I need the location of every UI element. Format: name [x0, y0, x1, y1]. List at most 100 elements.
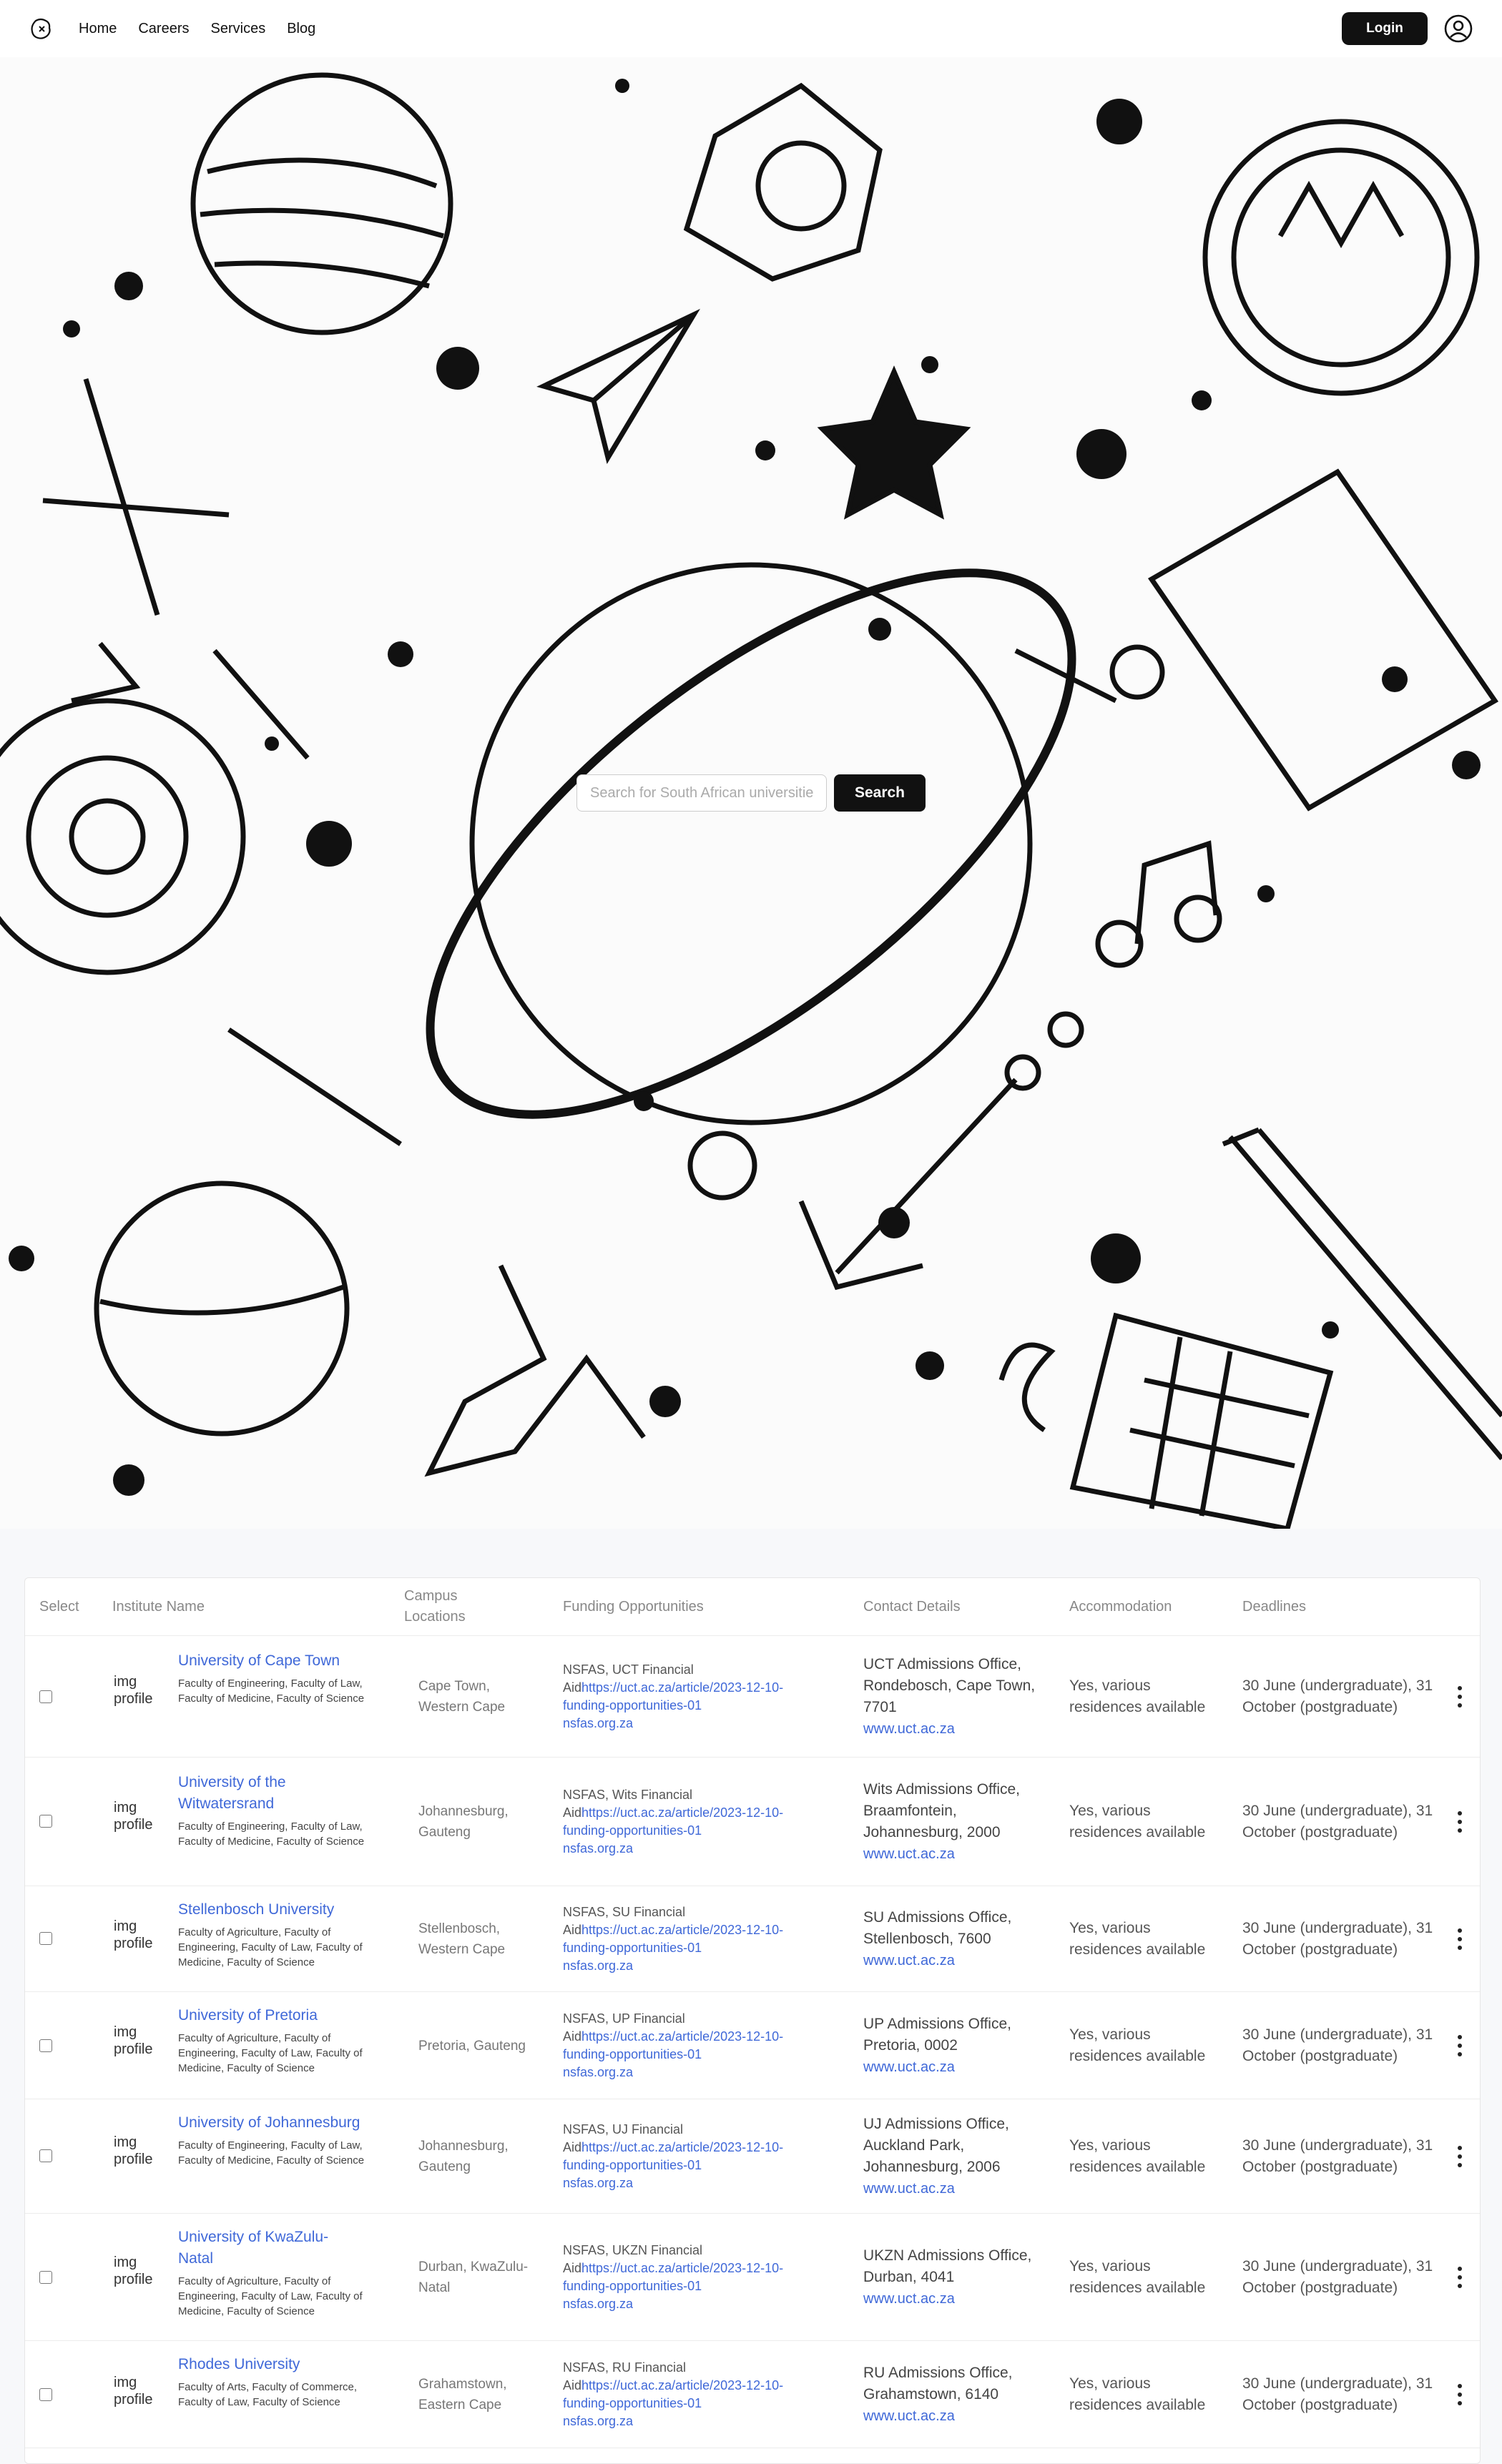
- header-accommodation: Accommodation: [1069, 1598, 1172, 1615]
- row-select-checkbox[interactable]: [39, 1932, 52, 1945]
- deadlines-cell: 30 June (undergraduate), 31 October (pos…: [1242, 1758, 1435, 1886]
- header-deadlines: Deadlines: [1242, 1598, 1306, 1615]
- row-more-options-icon[interactable]: [1456, 2146, 1464, 2167]
- accommodation-text: Yes, various residences available: [1069, 2375, 1206, 2413]
- logo-icon[interactable]: [29, 16, 53, 41]
- nsfas-link[interactable]: nsfas.org.za: [563, 1715, 813, 1733]
- deadlines-cell: 30 June (undergraduate), 31 October (pos…: [1242, 2214, 1435, 2341]
- faculties-text: Faculty of Engineering, Faculty of Law, …: [178, 1677, 365, 1705]
- funding-link[interactable]: https://uct.ac.za/article/2023-12-10-fun…: [563, 2029, 783, 2061]
- nav-blog-link[interactable]: Blog: [287, 21, 315, 37]
- deadlines-cell: 30 June (undergraduate), 31 October (pos…: [1242, 2099, 1435, 2214]
- institute-cell: University of Pretoria Faculty of Agricu…: [178, 2005, 393, 2091]
- nsfas-link[interactable]: nsfas.org.za: [563, 2295, 813, 2313]
- institute-cell: Rhodes University Faculty of Arts, Facul…: [178, 2354, 393, 2440]
- campus-cell: Grahamstown, Eastern Cape: [418, 2341, 526, 2448]
- funding-link[interactable]: https://uct.ac.za/article/2023-12-10-fun…: [563, 1680, 783, 1713]
- funding-text: NSFAS, UCT Financial Aidhttps://uct.ac.z…: [563, 1662, 784, 1713]
- funding-link[interactable]: https://uct.ac.za/article/2023-12-10-fun…: [563, 2140, 783, 2172]
- table-row: img profile University of Pretoria Facul…: [25, 1991, 1480, 2099]
- nsfas-link[interactable]: nsfas.org.za: [563, 2174, 813, 2192]
- funding-link[interactable]: https://uct.ac.za/article/2023-12-10-fun…: [563, 2378, 783, 2410]
- header-funding: Funding Opportunities: [563, 1598, 704, 1615]
- institute-cell: University of Cape Town Faculty of Engin…: [178, 1650, 393, 1743]
- nsfas-link[interactable]: nsfas.org.za: [563, 2064, 813, 2081]
- accommodation-text: Yes, various residences available: [1069, 1803, 1206, 1840]
- row-select-checkbox[interactable]: [39, 2388, 52, 2401]
- user-profile-icon[interactable]: [1443, 14, 1473, 44]
- contact-text: RU Admissions Office, Grahamstown, 6140: [863, 2365, 1013, 2403]
- university-name-link[interactable]: University of Pretoria: [178, 2005, 393, 2026]
- faculties-text: Faculty of Arts, Faculty of Commerce, Fa…: [178, 2381, 358, 2408]
- row-more-options-icon[interactable]: [1456, 2035, 1464, 2056]
- campus-cell: Pretoria, Gauteng: [418, 1992, 547, 2099]
- nav-careers-link[interactable]: Careers: [138, 21, 189, 37]
- deadlines-cell: 30 June (undergraduate), 31 October (pos…: [1242, 1992, 1435, 2099]
- funding-link[interactable]: https://uct.ac.za/article/2023-12-10-fun…: [563, 1805, 783, 1838]
- row-more-options-icon[interactable]: [1456, 2267, 1464, 2288]
- website-link[interactable]: www.uct.ac.za: [863, 2178, 1056, 2199]
- row-select-checkbox[interactable]: [39, 1815, 52, 1828]
- university-name-link[interactable]: University of the Witwatersrand: [178, 1772, 343, 1815]
- nav-services-link[interactable]: Services: [211, 21, 266, 37]
- contact-text: SU Admissions Office, Stellenbosch, 7600: [863, 1909, 1012, 1947]
- university-name-link[interactable]: University of Cape Town: [178, 1650, 393, 1672]
- faculties-text: Faculty of Agriculture, Faculty of Engin…: [178, 1926, 363, 1968]
- funding-cell: NSFAS, Wits Financial Aidhttps://uct.ac.…: [563, 1758, 813, 1886]
- university-name-link[interactable]: Rhodes University: [178, 2354, 393, 2375]
- website-link[interactable]: www.uct.ac.za: [863, 2056, 1056, 2078]
- website-link[interactable]: www.uct.ac.za: [863, 2288, 1064, 2310]
- university-name-link[interactable]: Stellenbosch University: [178, 1899, 393, 1921]
- row-more-options-icon[interactable]: [1456, 1928, 1464, 1950]
- website-link[interactable]: www.uct.ac.za: [863, 2405, 1056, 2427]
- funding-link[interactable]: https://uct.ac.za/article/2023-12-10-fun…: [563, 2261, 783, 2293]
- university-name-link[interactable]: University of Johannesburg: [178, 2112, 393, 2134]
- row-more-options-icon[interactable]: [1456, 1686, 1464, 1707]
- row-more-options-icon[interactable]: [1456, 1811, 1464, 1833]
- row-select-checkbox[interactable]: [39, 2149, 52, 2162]
- login-button[interactable]: Login: [1342, 12, 1428, 45]
- deadlines-text: 30 June (undergraduate), 31 October (pos…: [1242, 2137, 1433, 2175]
- deadlines-text: 30 June (undergraduate), 31 October (pos…: [1242, 2258, 1433, 2296]
- accommodation-cell: Yes, various residences available: [1069, 1992, 1219, 2099]
- funding-text: NSFAS, SU Financial Aidhttps://uct.ac.za…: [563, 1905, 784, 1955]
- deadlines-cell: 30 June (undergraduate), 31 October (pos…: [1242, 2341, 1435, 2448]
- table-row: img profile University of the Witwatersr…: [25, 1757, 1480, 1886]
- header-institute-name: Institute Name: [112, 1598, 205, 1615]
- header-select: Select: [39, 1598, 79, 1615]
- search-input[interactable]: [576, 774, 827, 812]
- faculties-text: Faculty of Agriculture, Faculty of Engin…: [178, 2032, 363, 2074]
- row-select-checkbox[interactable]: [39, 2271, 52, 2284]
- header-campus-locations: Campus Locations: [404, 1588, 466, 1625]
- institute-cell: Stellenbosch University Faculty of Agric…: [178, 1899, 393, 1985]
- accommodation-cell: Yes, various residences available: [1069, 1758, 1219, 1886]
- campus-text: Johannesburg, Gauteng: [418, 2139, 509, 2174]
- website-link[interactable]: www.uct.ac.za: [863, 1950, 1056, 1971]
- university-name-link[interactable]: University of KwaZulu-Natal: [178, 2227, 350, 2270]
- header-contact: Contact Details: [863, 1598, 961, 1615]
- website-link[interactable]: www.uct.ac.za: [863, 1718, 1056, 1740]
- funding-text: NSFAS, RU Financial Aidhttps://uct.ac.za…: [563, 2360, 784, 2410]
- nsfas-link[interactable]: nsfas.org.za: [563, 1840, 813, 1858]
- contact-cell: RU Admissions Office, Grahamstown, 6140 …: [863, 2341, 1056, 2448]
- row-select-checkbox[interactable]: [39, 1690, 52, 1703]
- website-link[interactable]: www.uct.ac.za: [863, 1843, 1056, 1865]
- institute-cell: University of KwaZulu-Natal Faculty of A…: [178, 2227, 393, 2334]
- accommodation-text: Yes, various residences available: [1069, 1677, 1206, 1715]
- funding-link[interactable]: https://uct.ac.za/article/2023-12-10-fun…: [563, 1923, 783, 1955]
- row-select-checkbox[interactable]: [39, 2039, 52, 2052]
- contact-text: UCT Admissions Office, Rondebosch, Cape …: [863, 1656, 1036, 1715]
- table-row: img profile Stellenbosch University Facu…: [25, 1886, 1480, 1991]
- nsfas-link[interactable]: nsfas.org.za: [563, 1957, 813, 1975]
- table-row: img profile Rhodes University Faculty of…: [25, 2340, 1480, 2448]
- nav-home-link[interactable]: Home: [79, 21, 117, 37]
- nsfas-link[interactable]: nsfas.org.za: [563, 2413, 813, 2430]
- contact-text: UKZN Admissions Office, Durban, 4041: [863, 2247, 1032, 2285]
- deadlines-cell: 30 June (undergraduate), 31 October (pos…: [1242, 1886, 1435, 1992]
- university-logo-image: img profile: [114, 1800, 153, 1833]
- faculties-text: Faculty of Engineering, Faculty of Law, …: [178, 2139, 365, 2167]
- table-row: img profile University of KwaZulu-Natal …: [25, 2213, 1480, 2340]
- row-more-options-icon[interactable]: [1456, 2384, 1464, 2405]
- top-nav: Home Careers Services Blog Login: [0, 0, 1502, 57]
- search-button[interactable]: Search: [834, 774, 926, 812]
